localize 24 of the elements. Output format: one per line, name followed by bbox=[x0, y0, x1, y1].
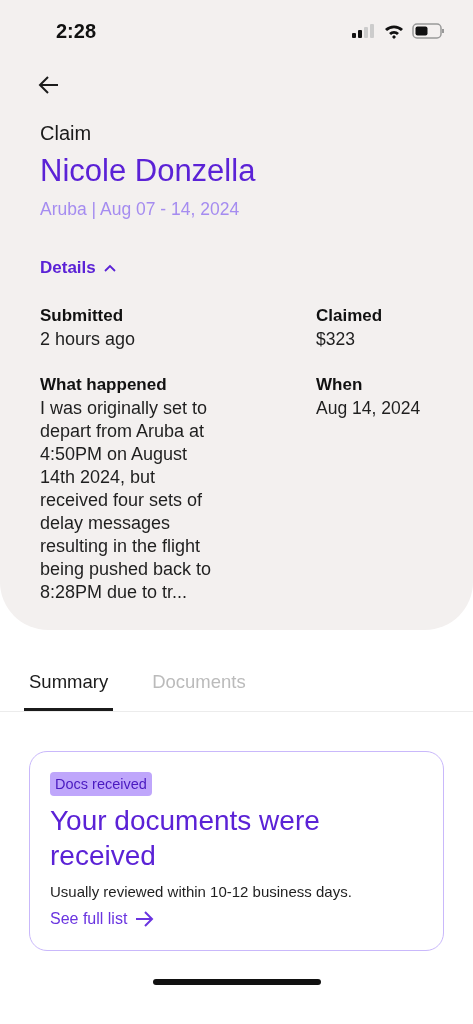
detail-value: 2 hours ago bbox=[40, 328, 137, 351]
detail-label: What happened bbox=[40, 375, 168, 395]
tab[interactable]: Summary bbox=[24, 663, 114, 711]
claim-label: Claim bbox=[40, 122, 93, 145]
signal-icon bbox=[352, 24, 376, 38]
card-title: Your documents were received bbox=[50, 804, 321, 873]
detail-value: $323 bbox=[316, 328, 356, 351]
card-note: Usually reviewed within 10-12 business days. bbox=[50, 883, 353, 900]
battery-icon bbox=[412, 23, 445, 39]
detail-value: I was originally set to depart from Aruba at 4:50PM on August 14th 2024, but received four sets of delay messages resulting in the flight being pushed back to 8:28PM due to tr... bbox=[40, 397, 212, 604]
wifi-icon bbox=[384, 23, 404, 39]
detail-label: Submitted bbox=[40, 306, 125, 326]
clock: 2:28 bbox=[56, 19, 97, 43]
status-badge: Docs received bbox=[50, 772, 152, 796]
arrow-right-icon bbox=[135, 911, 155, 927]
detail-value: Aug 14, 2024 bbox=[316, 397, 422, 420]
trip-info: Aruba | Aug 07 - 14, 2024 bbox=[40, 199, 241, 220]
details-toggle[interactable]: Details bbox=[40, 258, 116, 278]
see-full-list-link[interactable]: See full list bbox=[50, 910, 155, 928]
detail-label: Claimed bbox=[316, 306, 384, 326]
back-button[interactable] bbox=[38, 74, 60, 96]
detail-label: When bbox=[316, 375, 364, 395]
chevron-up-icon bbox=[103, 264, 116, 272]
claimant-name: Nicole Donzella bbox=[40, 153, 257, 189]
